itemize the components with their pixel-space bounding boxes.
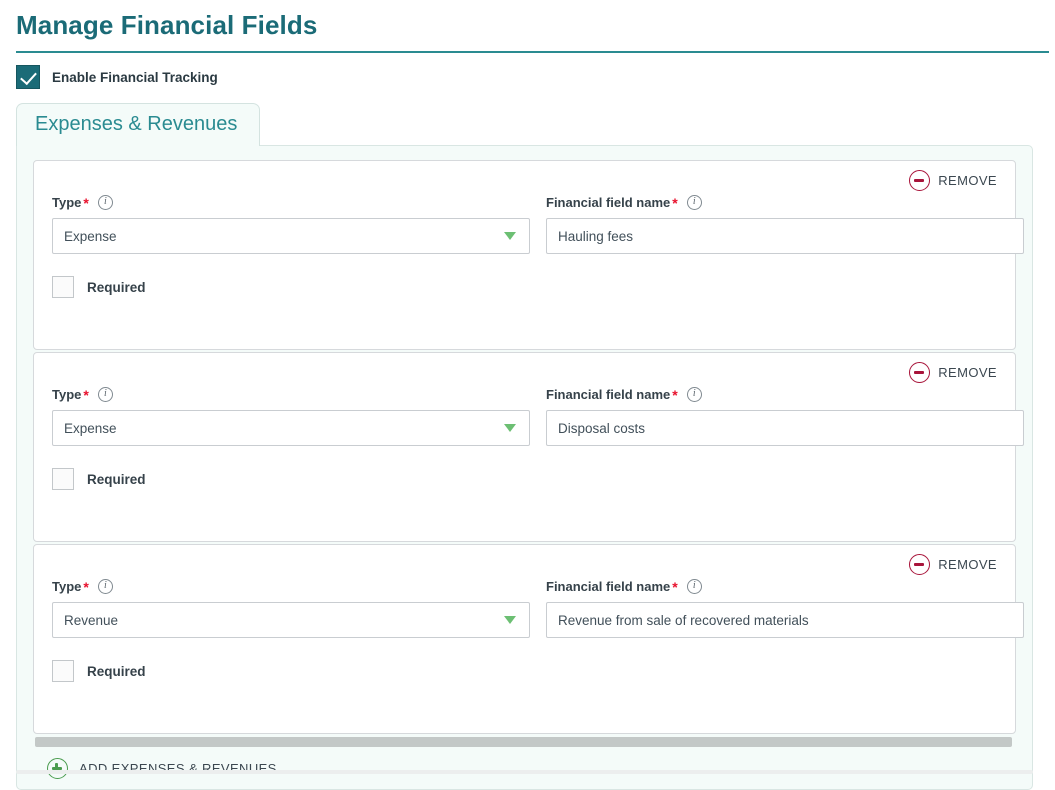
financial-field-cards: REMOVE Type * i Expense Financial field … <box>33 160 1024 734</box>
remove-button-label: REMOVE <box>938 365 997 380</box>
type-field-group: Type * i Expense <box>52 385 530 446</box>
type-select[interactable]: Expense <box>52 410 530 446</box>
required-marker: * <box>672 579 678 595</box>
type-label: Type * i <box>52 577 530 595</box>
fields-row: Type * i Expense Financial field name * <box>52 385 1024 446</box>
expenses-revenues-panel: REMOVE Type * i Expense Financial field … <box>16 145 1033 790</box>
financial-field-name-input[interactable]: Hauling fees <box>546 218 1024 254</box>
remove-button[interactable]: REMOVE <box>909 362 997 383</box>
financial-field-name-group: Financial field name * i Revenue from sa… <box>546 577 1024 638</box>
financial-field-name-label-text: Financial field name <box>546 578 671 594</box>
type-field-group: Type * i Expense <box>52 193 530 254</box>
chevron-down-icon <box>504 616 516 624</box>
financial-field-name-group: Financial field name * i Disposal costs <box>546 385 1024 446</box>
financial-field-name-group: Financial field name * i Hauling fees <box>546 193 1024 254</box>
info-icon[interactable]: i <box>97 386 113 402</box>
manage-financial-fields-page: Manage Financial Fields Enable Financial… <box>0 0 1055 790</box>
type-label: Type * i <box>52 385 530 403</box>
add-expenses-revenues-button[interactable]: ADD EXPENSES & REVENUES <box>33 747 1022 779</box>
type-select[interactable]: Revenue <box>52 602 530 638</box>
required-checkbox[interactable] <box>52 468 74 490</box>
tab-expenses-revenues[interactable]: Expenses & Revenues <box>16 103 261 146</box>
financial-field-name-input[interactable]: Disposal costs <box>546 410 1024 446</box>
panel-bottom-shadow <box>16 770 1033 774</box>
type-label: Type * i <box>52 193 530 211</box>
type-select-value: Expense <box>64 228 117 244</box>
info-icon[interactable]: i <box>686 194 702 210</box>
page-title: Manage Financial Fields <box>16 10 318 40</box>
required-marker: * <box>672 195 678 211</box>
type-field-group: Type * i Revenue <box>52 577 530 638</box>
financial-field-name-label: Financial field name * i <box>546 385 1024 403</box>
remove-button[interactable]: REMOVE <box>909 170 997 191</box>
type-select-value: Revenue <box>64 612 119 628</box>
table-row: REMOVE Type * i Expense Financial field … <box>33 160 1024 350</box>
fields-row: Type * i Expense Financial field name * <box>52 193 1024 254</box>
financial-field-name-value: Disposal costs <box>558 420 646 436</box>
required-marker: * <box>83 387 89 403</box>
financial-field-name-label-text: Financial field name <box>546 194 671 210</box>
financial-field-name-label-text: Financial field name <box>546 386 671 402</box>
minus-circle-icon <box>909 362 931 383</box>
financial-field-name-input[interactable]: Revenue from sale of recovered materials <box>546 602 1024 638</box>
type-label-text: Type <box>52 194 82 210</box>
required-row: Required <box>52 276 995 298</box>
horizontal-scrollbar[interactable] <box>35 737 1012 747</box>
tab-strip: Expenses & Revenues <box>16 102 1055 146</box>
required-marker: * <box>83 579 89 595</box>
chevron-down-icon <box>504 232 516 240</box>
required-label: Required <box>87 663 146 679</box>
remove-button[interactable]: REMOVE <box>909 554 997 575</box>
required-marker: * <box>83 195 89 211</box>
enable-financial-tracking-row: Enable Financial Tracking <box>0 53 1055 89</box>
info-icon[interactable]: i <box>686 578 702 594</box>
table-row: REMOVE Type * i Expense Financial field … <box>33 352 1024 542</box>
required-label: Required <box>87 279 146 295</box>
financial-field-name-value: Revenue from sale of recovered materials <box>558 612 809 628</box>
plus-circle-icon <box>47 758 68 779</box>
minus-circle-icon <box>909 170 931 191</box>
remove-button-label: REMOVE <box>938 557 997 572</box>
financial-field-name-value: Hauling fees <box>558 228 634 244</box>
financial-field-name-label: Financial field name * i <box>546 577 1024 595</box>
info-icon[interactable]: i <box>97 194 113 210</box>
financial-field-name-label: Financial field name * i <box>546 193 1024 211</box>
info-icon[interactable]: i <box>686 386 702 402</box>
type-label-text: Type <box>52 578 82 594</box>
remove-button-label: REMOVE <box>938 173 997 188</box>
type-label-text: Type <box>52 386 82 402</box>
minus-circle-icon <box>909 554 931 575</box>
required-checkbox[interactable] <box>52 276 74 298</box>
required-label: Required <box>87 471 146 487</box>
enable-financial-tracking-checkbox[interactable] <box>16 65 40 89</box>
info-icon[interactable]: i <box>97 578 113 594</box>
fields-row: Type * i Revenue Financial field name * <box>52 577 1024 638</box>
table-row: REMOVE Type * i Revenue Financial field … <box>33 544 1024 734</box>
required-row: Required <box>52 468 995 490</box>
enable-financial-tracking-label: Enable Financial Tracking <box>52 69 218 85</box>
type-select-value: Expense <box>64 420 117 436</box>
type-select[interactable]: Expense <box>52 218 530 254</box>
required-row: Required <box>52 660 995 682</box>
required-marker: * <box>672 387 678 403</box>
chevron-down-icon <box>504 424 516 432</box>
required-checkbox[interactable] <box>52 660 74 682</box>
